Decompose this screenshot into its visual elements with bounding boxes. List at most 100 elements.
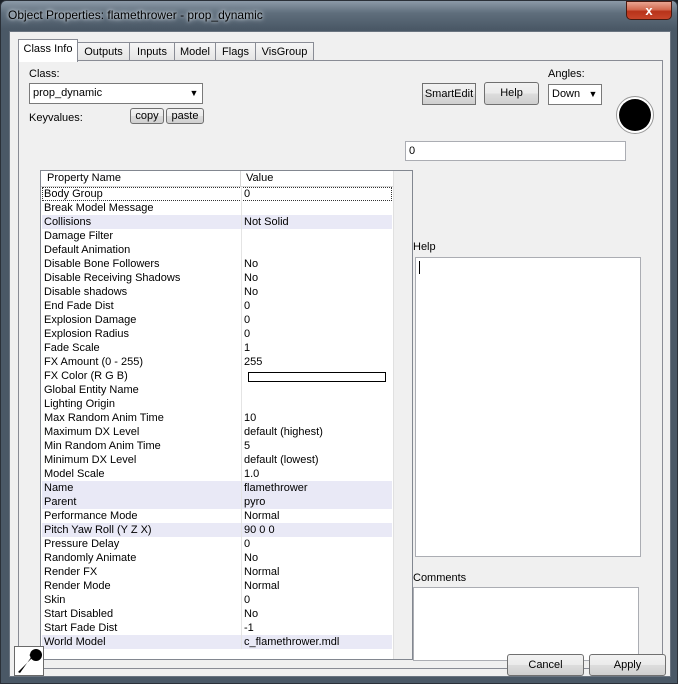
property-value-cell[interactable]: No (244, 551, 258, 565)
tab-visgroup[interactable]: VisGroup (255, 42, 314, 61)
table-row[interactable]: Skin 0 (42, 593, 392, 607)
table-row[interactable]: Maximum DX Level default (highest) (42, 425, 392, 439)
property-value-cell[interactable]: Not Solid (244, 215, 289, 229)
property-value-cell[interactable]: Normal (244, 579, 279, 593)
dialog-client: Class Info Outputs Inputs Model Flags Vi… (9, 31, 671, 677)
table-row[interactable]: Explosion Radius 0 (42, 327, 392, 341)
table-row[interactable]: Default Animation (42, 243, 392, 257)
table-row[interactable]: Randomly Animate No (42, 551, 392, 565)
table-row[interactable]: FX Amount (0 - 255) 255 (42, 355, 392, 369)
property-value-cell[interactable]: flamethrower (244, 481, 308, 495)
property-value-cell[interactable]: 1 (244, 341, 250, 355)
property-value-cell[interactable]: -1 (244, 621, 254, 635)
table-row[interactable]: Start Fade Dist -1 (42, 621, 392, 635)
table-row[interactable]: Pitch Yaw Roll (Y Z X) 90 0 0 (42, 523, 392, 537)
tab-outputs[interactable]: Outputs (77, 42, 130, 61)
cell-divider (241, 523, 242, 537)
table-row[interactable]: Model Scale 1.0 (42, 467, 392, 481)
table-row[interactable]: Body Group 0 (42, 187, 392, 201)
table-row[interactable]: Parent pyro (42, 495, 392, 509)
text-caret (419, 261, 420, 274)
table-row[interactable]: Explosion Damage 0 (42, 313, 392, 327)
table-row[interactable]: Render FX Normal (42, 565, 392, 579)
help-text-area[interactable] (415, 257, 641, 557)
cell-divider (241, 579, 242, 593)
table-row[interactable]: Name flamethrower (42, 481, 392, 495)
table-row[interactable]: Start Disabled No (42, 607, 392, 621)
property-name-cell: Model Scale (44, 468, 105, 480)
cancel-button[interactable]: Cancel (507, 654, 584, 676)
smartedit-toggle[interactable]: SmartEdit (422, 83, 476, 105)
table-row[interactable]: Max Random Anim Time 10 (42, 411, 392, 425)
property-name-cell: Skin (44, 594, 66, 606)
property-value-cell[interactable]: c_flamethrower.mdl (244, 635, 339, 649)
property-value-cell[interactable]: 0 (244, 593, 250, 607)
property-value-cell[interactable]: 90 0 0 (244, 523, 275, 537)
table-row[interactable]: Pressure Delay 0 (42, 537, 392, 551)
table-row[interactable]: Collisions Not Solid (42, 215, 392, 229)
table-row[interactable]: Minimum DX Level default (lowest) (42, 453, 392, 467)
column-property-name[interactable]: Property Name (47, 171, 121, 186)
property-value-cell[interactable]: 10 (244, 411, 256, 425)
property-value-cell[interactable]: No (244, 607, 258, 621)
table-row[interactable]: World Model c_flamethrower.mdl (42, 635, 392, 649)
table-row[interactable]: Global Entity Name (42, 383, 392, 397)
comments-text-area[interactable] (413, 587, 639, 661)
angles-combobox[interactable]: Down ▼ (548, 84, 602, 105)
table-row[interactable]: Min Random Anim Time 5 (42, 439, 392, 453)
property-value-cell[interactable]: 0 (244, 299, 250, 313)
table-row[interactable]: End Fade Dist 0 (42, 299, 392, 313)
class-label: Class: (29, 68, 60, 80)
property-name-cell: Lighting Origin (44, 398, 115, 410)
angles-dial[interactable] (616, 96, 654, 134)
class-combobox[interactable]: prop_dynamic ▼ (29, 83, 203, 104)
cell-divider (241, 355, 242, 369)
property-value-cell[interactable]: 0 (244, 537, 250, 551)
copy-button[interactable]: copy (130, 108, 164, 124)
table-row[interactable]: Disable shadows No (42, 285, 392, 299)
cell-divider (241, 495, 242, 509)
property-value-cell[interactable]: default (highest) (244, 425, 323, 439)
apply-button[interactable]: Apply (589, 654, 666, 676)
cell-divider (241, 621, 242, 635)
property-value-cell[interactable]: Normal (244, 565, 279, 579)
table-row[interactable]: Fade Scale 1 (42, 341, 392, 355)
class-info-panel: Class: prop_dynamic ▼ Keyvalues: copy pa… (18, 60, 663, 669)
table-row[interactable]: FX Color (R G B) (42, 369, 392, 383)
table-row[interactable]: Break Model Message (42, 201, 392, 215)
grid-scrollbar[interactable] (393, 171, 412, 659)
paste-button[interactable]: paste (166, 108, 204, 124)
property-value-cell[interactable]: 0 (244, 327, 250, 341)
help-button[interactable]: Help (484, 82, 539, 105)
property-value-cell[interactable]: pyro (244, 495, 265, 509)
tab-flags[interactable]: Flags (215, 42, 256, 61)
property-value-cell[interactable]: Normal (244, 509, 279, 523)
table-row[interactable]: Disable Bone Followers No (42, 257, 392, 271)
property-value-cell[interactable]: 1.0 (244, 467, 259, 481)
property-name-cell: Min Random Anim Time (44, 440, 161, 452)
table-row[interactable]: Disable Receiving Shadows No (42, 271, 392, 285)
property-value-cell[interactable]: 5 (244, 439, 250, 453)
tab-class-info[interactable]: Class Info (18, 39, 78, 62)
property-value-cell[interactable]: No (244, 271, 258, 285)
table-row[interactable]: Render Mode Normal (42, 579, 392, 593)
table-row[interactable]: Performance Mode Normal (42, 509, 392, 523)
table-row[interactable]: Damage Filter (42, 229, 392, 243)
color-swatch[interactable] (248, 372, 386, 382)
property-value-cell[interactable]: No (244, 285, 258, 299)
tab-model[interactable]: Model (174, 42, 216, 61)
table-row[interactable]: Lighting Origin (42, 397, 392, 411)
property-name-cell: Performance Mode (44, 510, 138, 522)
value-edit-field[interactable]: 0 (405, 141, 626, 161)
cell-divider (241, 215, 242, 229)
column-value[interactable]: Value (246, 171, 273, 186)
tab-inputs[interactable]: Inputs (129, 42, 175, 61)
property-value-cell[interactable]: 0 (244, 187, 250, 201)
property-value-cell[interactable]: 255 (244, 355, 262, 369)
property-value-cell[interactable]: No (244, 257, 258, 271)
property-value-cell[interactable]: default (lowest) (244, 453, 319, 467)
property-name-cell: Disable shadows (44, 286, 128, 298)
property-value-cell[interactable]: 0 (244, 313, 250, 327)
close-button[interactable]: x (626, 1, 672, 20)
cell-divider (241, 593, 242, 607)
